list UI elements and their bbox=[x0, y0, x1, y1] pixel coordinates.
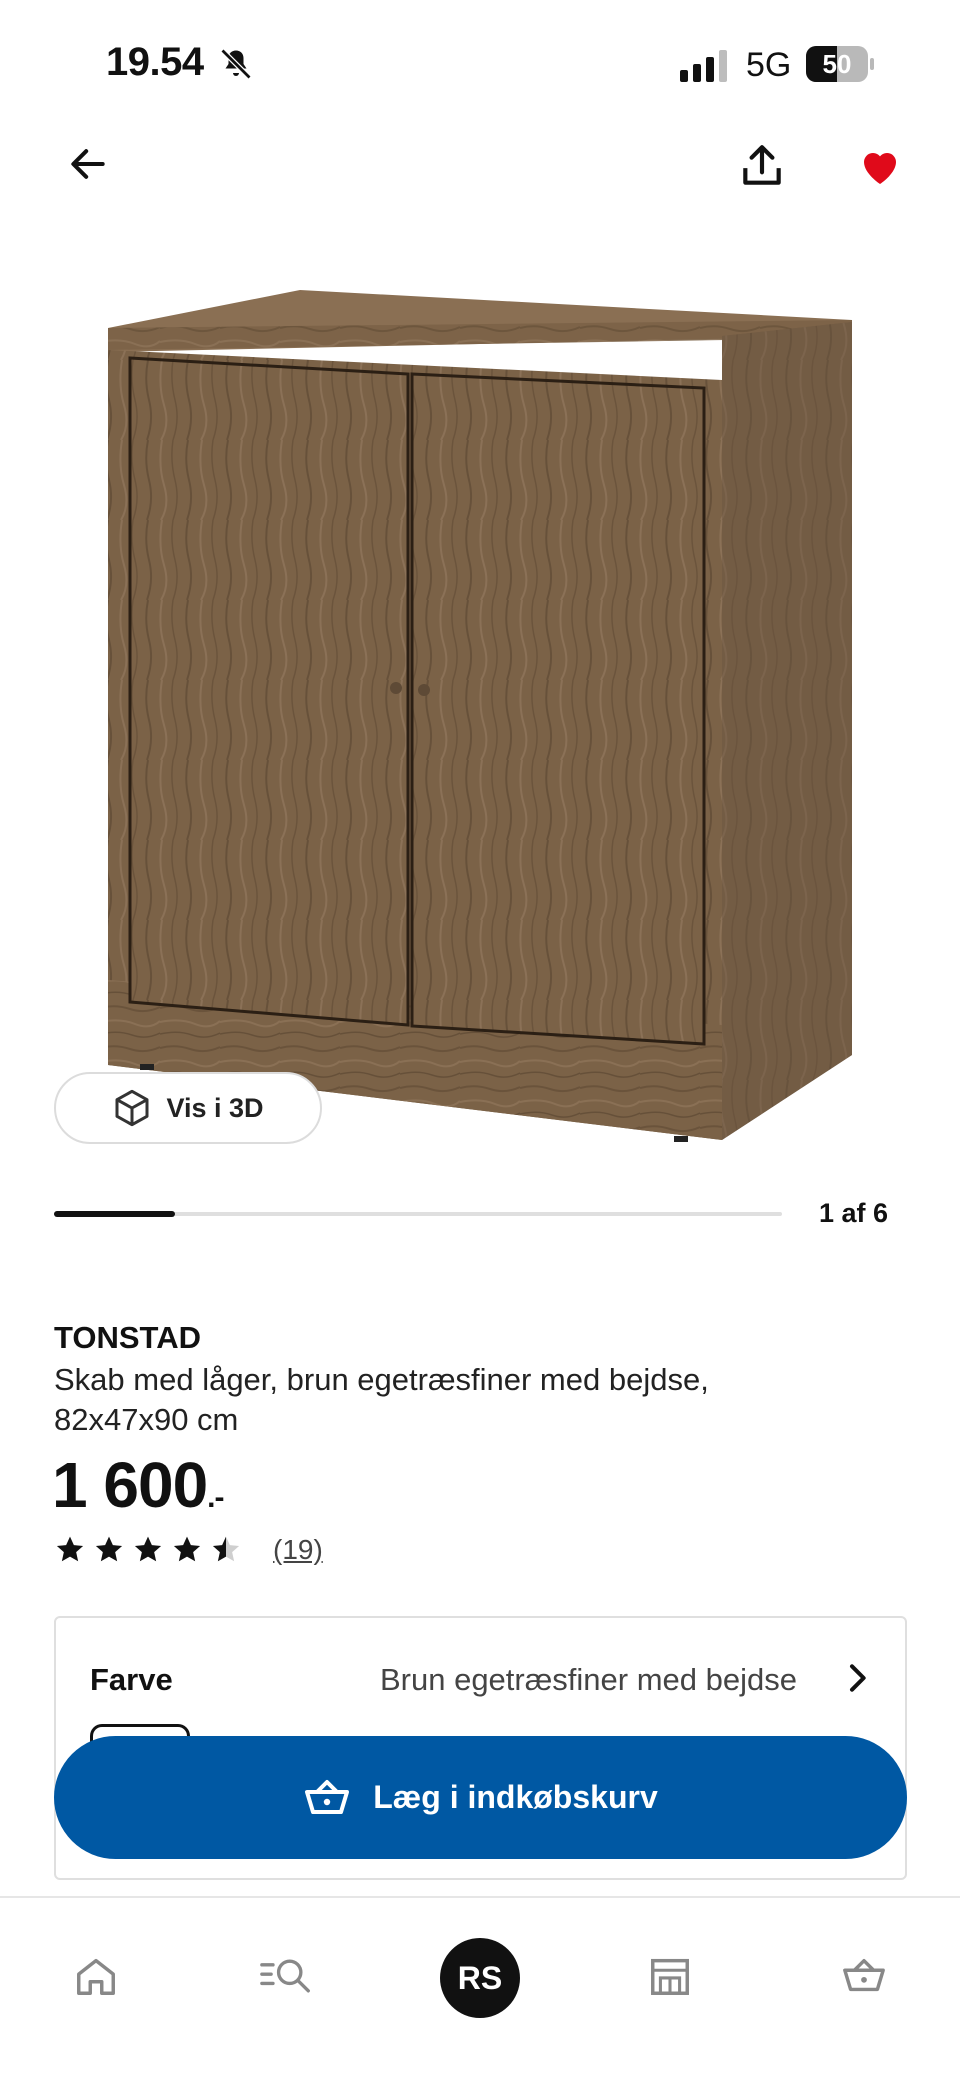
product-price: 1 600.- bbox=[52, 1448, 225, 1522]
battery-icon: 50 bbox=[806, 46, 874, 82]
store-icon bbox=[651, 1958, 689, 1995]
product-image[interactable] bbox=[100, 280, 860, 1150]
nav-basket[interactable] bbox=[834, 1946, 894, 2006]
battery-percent: 50 bbox=[822, 49, 852, 79]
status-bar: 19.54 5G 50 bbox=[0, 0, 960, 130]
star-icon bbox=[134, 1536, 162, 1562]
star-icon bbox=[212, 1536, 240, 1562]
nav-home[interactable] bbox=[66, 1946, 126, 2006]
rating-stars bbox=[54, 1534, 249, 1566]
heart-filled-icon bbox=[864, 153, 896, 184]
product-name: TONSTAD bbox=[54, 1320, 201, 1355]
basket-icon bbox=[843, 1958, 885, 1992]
option-label: Farve bbox=[90, 1662, 173, 1697]
network-type: 5G bbox=[746, 46, 792, 84]
share-icon bbox=[743, 145, 781, 185]
cube-icon bbox=[115, 1089, 149, 1127]
search-icon bbox=[260, 1959, 310, 1993]
price-suffix: .- bbox=[207, 1481, 224, 1514]
add-to-cart-button[interactable]: Læg i indkøbskurv bbox=[54, 1736, 907, 1859]
gallery-position: 1 af 6 bbox=[818, 1198, 888, 1228]
add-to-cart-label: Læg i indkøbskurv bbox=[373, 1779, 658, 1815]
bottom-nav: RS bbox=[0, 1896, 960, 2081]
signal-icon bbox=[680, 50, 727, 82]
home-icon bbox=[77, 1958, 115, 1995]
nav-stores[interactable] bbox=[640, 1946, 700, 2006]
avatar[interactable]: RS bbox=[440, 1938, 520, 2018]
favorite-button[interactable] bbox=[848, 134, 912, 198]
gallery-progress-fill bbox=[54, 1211, 176, 1217]
arrow-left-icon bbox=[71, 149, 105, 179]
star-icon bbox=[95, 1536, 123, 1562]
share-button[interactable] bbox=[730, 134, 794, 198]
star-icon bbox=[173, 1536, 201, 1562]
chevron-right-icon bbox=[850, 1664, 866, 1692]
view-3d-label: Vis i 3D bbox=[166, 1092, 264, 1123]
review-count-link[interactable]: (19) bbox=[273, 1534, 323, 1566]
price-value: 1 600 bbox=[52, 1449, 208, 1521]
product-rating[interactable]: (19) bbox=[54, 1534, 323, 1566]
basket-icon bbox=[305, 1779, 350, 1814]
star-icon bbox=[56, 1536, 84, 1562]
product-description: Skab med låger, brun egetræsfiner med be… bbox=[54, 1362, 709, 1437]
bell-off-icon bbox=[220, 48, 252, 80]
back-button[interactable] bbox=[56, 132, 120, 196]
nav-search[interactable] bbox=[256, 1946, 316, 2006]
view-3d-button[interactable]: Vis i 3D bbox=[54, 1072, 322, 1144]
status-time: 19.54 bbox=[106, 40, 204, 84]
option-value: Brun egetræsfiner med bejdse bbox=[379, 1662, 797, 1697]
gallery-progress bbox=[54, 1211, 782, 1217]
